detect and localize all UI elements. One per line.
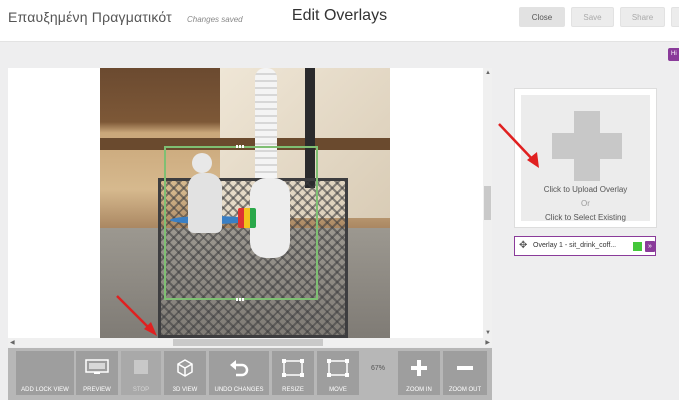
3d-view-button[interactable]: 3D VIEW bbox=[164, 351, 206, 395]
undo-changes-button[interactable]: UNDO CHANGES bbox=[209, 351, 269, 395]
move-label: MOVE bbox=[329, 387, 347, 393]
undo-icon bbox=[230, 360, 249, 377]
scroll-down-icon[interactable]: ▼ bbox=[485, 330, 491, 336]
zoom-in-label: ZOOM IN bbox=[406, 387, 432, 393]
horizontal-scrollbar[interactable]: ◀ ▶ bbox=[8, 338, 492, 347]
share-button[interactable]: Share bbox=[620, 7, 665, 27]
preview-label: PREVIEW bbox=[83, 387, 111, 393]
plus-icon bbox=[411, 360, 427, 376]
vertical-scrollbar[interactable]: ▲ ▼ bbox=[483, 68, 492, 338]
add-lock-view-label: ADD LOCK VIEW bbox=[21, 387, 69, 393]
undo-changes-label: UNDO CHANGES bbox=[214, 387, 264, 393]
upload-overlay-link[interactable]: Click to Upload Overlay bbox=[521, 185, 650, 194]
move-button[interactable]: MOVE bbox=[317, 351, 359, 395]
zoom-level: 67% bbox=[371, 365, 386, 372]
scroll-left-icon[interactable]: ◀ bbox=[10, 340, 15, 346]
horizontal-scroll-thumb[interactable] bbox=[173, 339, 323, 346]
or-label: Or bbox=[581, 199, 590, 208]
zoom-out-label: ZOOM OUT bbox=[448, 387, 482, 393]
overlay-list-item[interactable]: ✥ Overlay 1 - sit_drink_coff... » bbox=[514, 236, 656, 256]
scroll-up-icon[interactable]: ▲ bbox=[485, 70, 491, 76]
annotation-arrow-upload bbox=[498, 123, 539, 168]
stop-icon bbox=[134, 360, 148, 374]
save-button[interactable]: Save bbox=[571, 7, 614, 27]
expand-chevron-icon[interactable]: » bbox=[645, 241, 655, 252]
resize-button[interactable]: RESIZE bbox=[272, 351, 314, 395]
resize-handle-top[interactable] bbox=[236, 145, 245, 148]
resize-label: RESIZE bbox=[282, 387, 304, 393]
close-button[interactable]: Close bbox=[519, 7, 565, 27]
resize-icon bbox=[282, 359, 304, 377]
stop-label: STOP bbox=[132, 387, 150, 393]
move-icon bbox=[327, 359, 349, 377]
overlay-name: Overlay 1 - sit_drink_coff... bbox=[533, 242, 617, 249]
top-bar: Επαυξημένη Πραγματικότ Changes saved Edi… bbox=[0, 0, 679, 42]
zoom-out-button[interactable]: ZOOM OUT bbox=[443, 351, 487, 395]
3d-view-label: 3D VIEW bbox=[172, 387, 198, 393]
more-button[interactable] bbox=[671, 7, 679, 27]
annotation-arrow-scroll bbox=[116, 295, 157, 336]
resize-handle-bottom[interactable] bbox=[236, 298, 245, 301]
editor-toolbar: ADD LOCK VIEW PREVIEW STOP 3D VIEW UNDO … bbox=[8, 348, 492, 400]
overlay-color-swatch[interactable] bbox=[633, 242, 642, 251]
minus-icon bbox=[457, 366, 473, 370]
overlay-selection-box[interactable] bbox=[164, 145, 318, 301]
side-tab[interactable]: Hi bbox=[668, 48, 679, 61]
preview-button[interactable]: PREVIEW bbox=[76, 351, 118, 395]
zoom-in-button[interactable]: ZOOM IN bbox=[398, 351, 440, 395]
select-existing-link[interactable]: Click to Select Existing bbox=[521, 213, 650, 222]
add-lock-view-button[interactable]: ADD LOCK VIEW bbox=[16, 351, 74, 395]
vertical-scroll-thumb[interactable] bbox=[484, 186, 491, 220]
drag-handle-icon[interactable]: ✥ bbox=[519, 240, 527, 251]
stop-button[interactable]: STOP bbox=[121, 351, 161, 395]
cube-icon bbox=[177, 359, 193, 377]
scroll-right-icon[interactable]: ▶ bbox=[485, 340, 490, 346]
monitor-icon bbox=[85, 359, 109, 374]
